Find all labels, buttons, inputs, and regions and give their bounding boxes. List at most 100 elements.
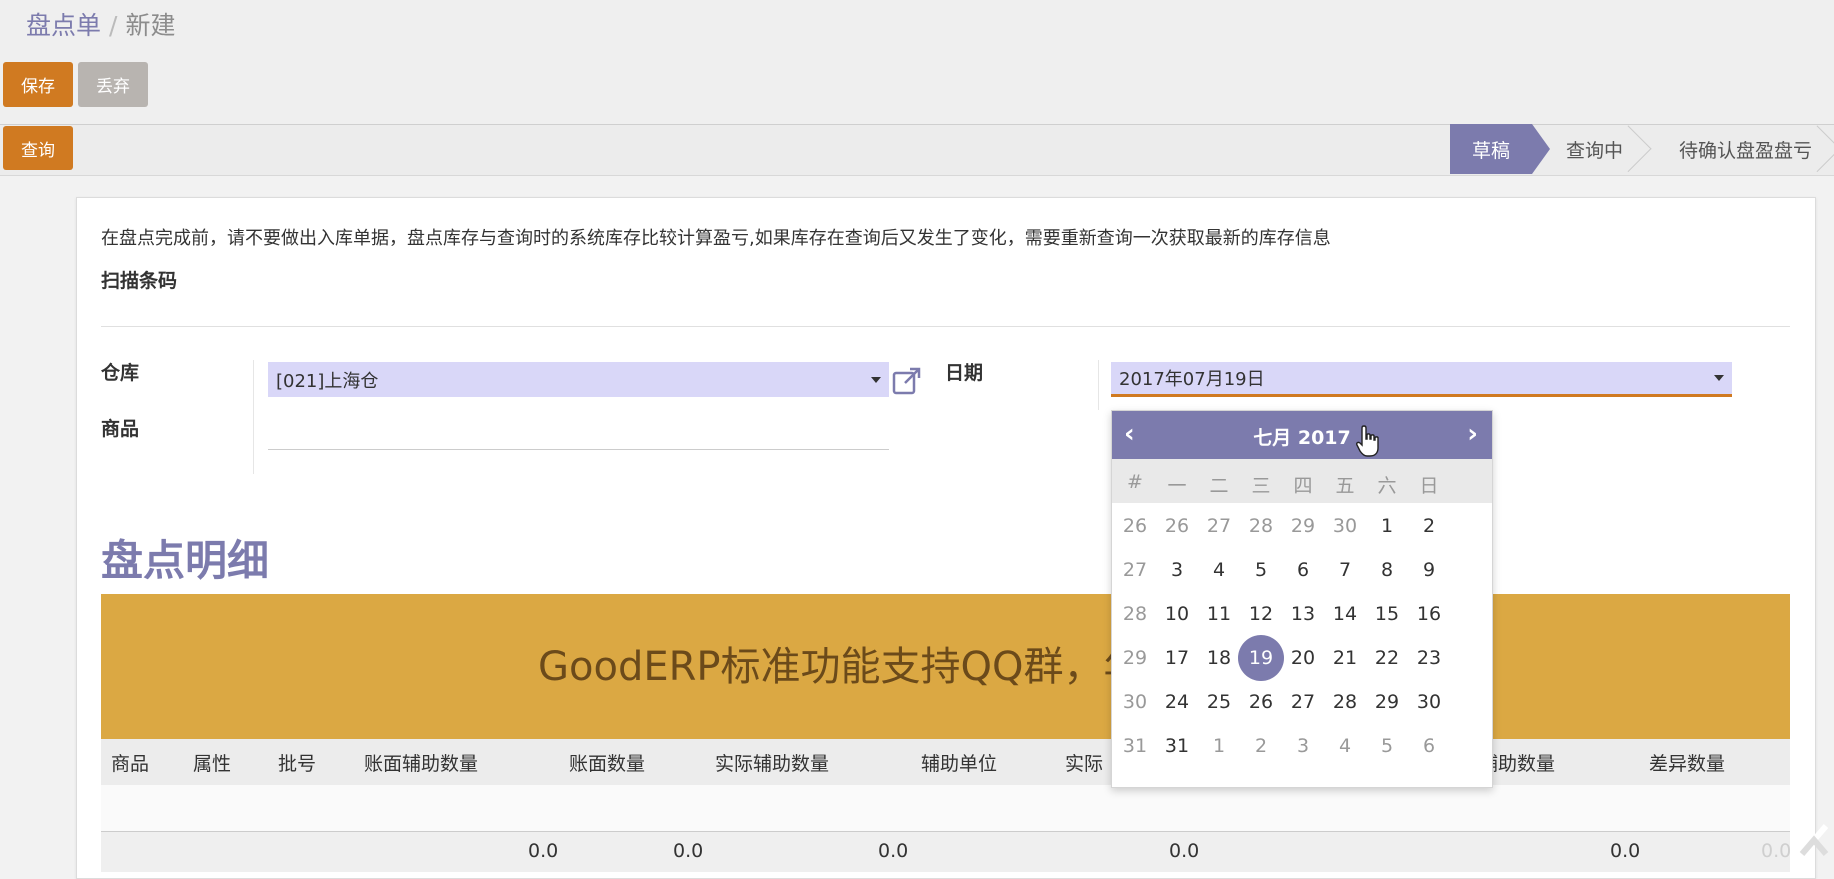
save-button[interactable]: 保存 <box>3 62 73 107</box>
weekday-header: 日 <box>1419 475 1439 497</box>
calendar-day[interactable]: 23 <box>1406 647 1452 669</box>
calendar-day[interactable]: 29 <box>1364 691 1410 713</box>
promo-banner: GoodERP标准功能支持QQ群，年 <box>101 594 1790 739</box>
form-notice: 在盘点完成前，请不要做出入库单据，盘点库存与查询时的系统库存比较计算盈亏,如果库… <box>101 228 1331 249</box>
calendar-day[interactable]: 14 <box>1322 603 1368 625</box>
warehouse-select[interactable]: [021]上海仓 <box>268 362 889 397</box>
calendar-day[interactable]: 1 <box>1364 515 1410 537</box>
calendar-day[interactable]: 9 <box>1406 559 1452 581</box>
chevron-right-icon[interactable]: › <box>1467 419 1478 449</box>
stage-draft[interactable]: 草稿 <box>1449 124 1550 174</box>
calendar-day[interactable]: 5 <box>1364 735 1410 757</box>
date-value: 2017年07月19日 <box>1119 369 1265 390</box>
date-picker-header: ‹ 七月 2017 › <box>1112 411 1492 459</box>
date-input[interactable]: 2017年07月19日 <box>1111 362 1732 397</box>
week-number: 31 <box>1122 735 1148 757</box>
weekday-header: # <box>1127 471 1143 493</box>
total-value: 0.0 <box>528 840 559 862</box>
breadcrumb-separator: / <box>109 11 118 40</box>
column-header[interactable]: 商品 <box>111 749 149 776</box>
date-picker-title[interactable]: 七月 2017 <box>1112 423 1492 450</box>
calendar-day[interactable]: 17 <box>1154 647 1200 669</box>
table-header: 商品 属性 批号 账面辅助数量 账面数量 实际辅助数量 辅助单位 实际 辅助数量… <box>101 739 1790 786</box>
calendar-day[interactable]: 30 <box>1406 691 1452 713</box>
calendar-day[interactable]: 26 <box>1154 515 1200 537</box>
calendar-day[interactable]: 27 <box>1280 691 1326 713</box>
calendar-day[interactable]: 27 <box>1196 515 1242 537</box>
column-header[interactable]: 账面辅助数量 <box>364 749 478 776</box>
banner-text: GoodERP标准功能支持QQ群，年 <box>538 644 1144 690</box>
selected-day[interactable]: 19 <box>1238 635 1284 681</box>
column-header[interactable]: 批号 <box>278 749 316 776</box>
table-row[interactable] <box>101 785 1790 832</box>
week-number: 29 <box>1122 647 1148 669</box>
calendar-day[interactable]: 4 <box>1196 559 1242 581</box>
column-header[interactable]: 差异数量 <box>1649 749 1725 776</box>
calendar-day[interactable]: 22 <box>1364 647 1410 669</box>
calendar-day[interactable]: 3 <box>1280 735 1326 757</box>
breadcrumb: 盘点单 / 新建 <box>26 6 175 42</box>
weekday-header: 三 <box>1251 475 1271 497</box>
field-separator-right <box>1098 360 1099 410</box>
calendar-day[interactable]: 24 <box>1154 691 1200 713</box>
calendar-day[interactable]: 6 <box>1406 735 1452 757</box>
scan-barcode-link[interactable]: 扫描条码 <box>101 266 177 293</box>
week-number: 30 <box>1122 691 1148 713</box>
chevron-down-icon <box>871 376 881 383</box>
week-number: 26 <box>1122 515 1148 537</box>
calendar-day[interactable]: 28 <box>1238 515 1284 537</box>
column-header[interactable]: 实际辅助数量 <box>715 749 829 776</box>
weekday-header: 四 <box>1293 475 1313 497</box>
calendar-day[interactable]: 31 <box>1154 735 1200 757</box>
weekday-header: 五 <box>1335 475 1355 497</box>
chevron-down-icon <box>1714 375 1724 381</box>
product-label: 商品 <box>101 418 140 440</box>
calendar-day[interactable]: 28 <box>1322 691 1368 713</box>
column-header[interactable]: 账面数量 <box>569 749 645 776</box>
breadcrumb-root-link[interactable]: 盘点单 <box>26 11 101 40</box>
details-title: 盘点明细 <box>101 536 270 585</box>
calendar-day[interactable]: 25 <box>1196 691 1242 713</box>
calendar-day[interactable]: 21 <box>1322 647 1368 669</box>
calendar-day[interactable]: 4 <box>1322 735 1368 757</box>
column-header[interactable]: 实际 <box>1065 749 1103 776</box>
calendar-day[interactable]: 3 <box>1154 559 1200 581</box>
calendar-day[interactable]: 20 <box>1280 647 1326 669</box>
calendar-day[interactable]: 1 <box>1196 735 1242 757</box>
calendar-day[interactable]: 16 <box>1406 603 1452 625</box>
calendar-day[interactable]: 12 <box>1238 603 1284 625</box>
external-link-icon[interactable] <box>891 365 923 397</box>
product-input[interactable] <box>268 404 889 450</box>
calendar-day[interactable]: 2 <box>1238 735 1284 757</box>
total-value: 0.0 <box>1610 840 1641 862</box>
total-value: 0.0 <box>878 840 909 862</box>
field-separator-left <box>253 360 254 474</box>
weekday-header: 一 <box>1167 475 1187 497</box>
form-divider <box>101 326 1790 327</box>
week-number: 28 <box>1122 603 1148 625</box>
calendar-day[interactable]: 18 <box>1196 647 1242 669</box>
calendar-day[interactable]: 11 <box>1196 603 1242 625</box>
calendar-day[interactable]: 8 <box>1364 559 1410 581</box>
discard-button[interactable]: 丢弃 <box>78 62 148 107</box>
calendar-day[interactable]: 29 <box>1280 515 1326 537</box>
column-header[interactable]: 辅助单位 <box>921 749 997 776</box>
calendar-day[interactable]: 26 <box>1238 691 1284 713</box>
total-value: 0.0 <box>1169 840 1200 862</box>
stage-pending-confirm[interactable]: 待确认盘盈盘亏 <box>1645 124 1834 174</box>
query-button[interactable]: 查询 <box>3 126 73 170</box>
calendar-day[interactable]: 30 <box>1322 515 1368 537</box>
date-label: 日期 <box>945 362 984 384</box>
warehouse-label: 仓库 <box>101 362 140 384</box>
column-header[interactable]: 属性 <box>193 749 231 776</box>
calendar-day[interactable]: 6 <box>1280 559 1326 581</box>
calendar-day[interactable]: 15 <box>1364 603 1410 625</box>
weekday-header: 二 <box>1209 475 1229 497</box>
calendar-day[interactable]: 10 <box>1154 603 1200 625</box>
calendar-day[interactable]: 2 <box>1406 515 1452 537</box>
watermark-logo-icon <box>1799 824 1829 856</box>
calendar-day[interactable]: 13 <box>1280 603 1326 625</box>
calendar-day[interactable]: 7 <box>1322 559 1368 581</box>
calendar-day[interactable]: 5 <box>1238 559 1284 581</box>
date-picker-popup: ‹ 七月 2017 › # 一二三四五六日 26 26 27 28 29 30 1 2 27 3 4 5 6… <box>1111 410 1493 788</box>
